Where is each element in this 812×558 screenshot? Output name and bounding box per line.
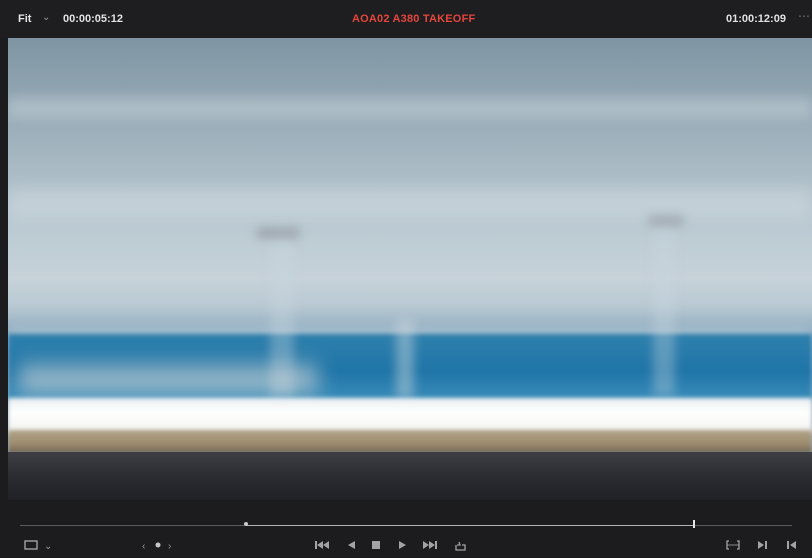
match-frame-icon[interactable]	[726, 540, 740, 550]
playhead-handle[interactable]	[693, 520, 695, 528]
jump-end-icon[interactable]	[423, 540, 437, 550]
source-timecode[interactable]: 00:00:05:12	[63, 13, 123, 25]
stop-icon[interactable]	[371, 540, 381, 550]
blurred-post	[653, 216, 675, 396]
frame-tarmac	[8, 452, 812, 500]
frame-grass	[8, 430, 812, 454]
blurred-light	[648, 216, 684, 226]
loop-icon[interactable]	[453, 540, 467, 552]
next-edit-icon[interactable]	[757, 540, 768, 550]
chevron-down-icon[interactable]: ⌄	[44, 541, 52, 552]
in-point-handle[interactable]	[244, 522, 248, 526]
zoom-fit-dropdown[interactable]: Fit	[18, 13, 31, 25]
blurred-light	[256, 228, 300, 238]
jump-start-icon[interactable]	[315, 540, 329, 550]
frame-glare	[18, 364, 318, 394]
frame-runway-edge	[8, 398, 812, 434]
record-timecode[interactable]: 01:00:12:09	[726, 13, 786, 25]
motion-streak	[8, 98, 812, 118]
blurred-post	[396, 318, 414, 398]
chevron-down-icon[interactable]: ⌄	[42, 12, 50, 23]
prev-marker-icon[interactable]: ‹	[142, 541, 145, 552]
marker-dot-icon[interactable]	[155, 540, 161, 550]
more-options-icon[interactable]: ⋯	[798, 9, 811, 23]
viewer-header: Fit ⌄ 00:00:05:12 AOA02 A380 TAKEOFF ⌄ 0…	[0, 0, 812, 38]
scrubber-range	[246, 525, 694, 526]
prev-edit-icon[interactable]	[786, 540, 797, 550]
view-options-icon[interactable]	[24, 540, 38, 550]
motion-streak	[8, 188, 812, 218]
video-frame[interactable]	[8, 38, 812, 500]
clip-title-dropdown[interactable]: AOA02 A380 TAKEOFF	[352, 13, 475, 25]
play-icon[interactable]	[398, 540, 407, 550]
play-reverse-icon[interactable]	[347, 540, 356, 550]
video-viewer: Fit ⌄ 00:00:05:12 AOA02 A380 TAKEOFF ⌄ 0…	[0, 0, 812, 558]
transport-controls: ⌄ ‹ ›	[0, 536, 812, 558]
chevron-down-icon[interactable]: ⌄	[460, 12, 468, 23]
next-marker-icon[interactable]: ›	[168, 541, 171, 552]
